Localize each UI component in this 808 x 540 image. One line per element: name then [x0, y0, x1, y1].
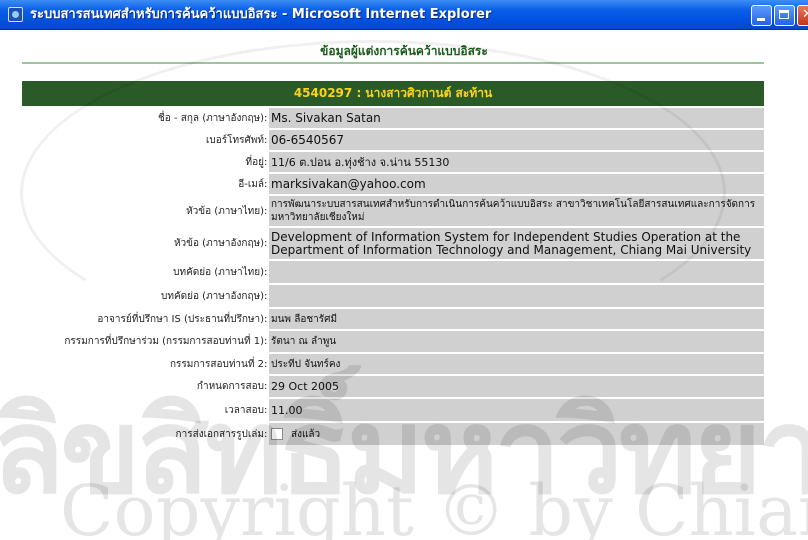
row-phone: เบอร์โทรศัพท์ : 06-6540567: [22, 130, 764, 150]
row-exam-date: กำหนดการสอบ : 29 Oct 2005: [22, 376, 764, 397]
field-label: บทคัดย่อ (ภาษาอังกฤษ): [161, 290, 264, 302]
field-label: กรรมการสอบท่านที่ 2: [169, 358, 264, 370]
page-content: ข้อมูลผู้แต่งการค้นคว้าแบบอิสระ 4540297 …: [0, 30, 808, 540]
field-value-examiner-2: ประทีป จันทร์คง: [269, 354, 764, 374]
field-value-document-submission: ส่งแล้ว: [269, 423, 764, 445]
field-label: กรรมการที่ปรึกษาร่วม (กรรมการสอบท่านที่ …: [64, 336, 264, 347]
row-document-submission: การส่งเอกสารรูปเล่ม : ส่งแล้ว: [22, 423, 764, 445]
row-abstract-thai: บทคัดย่อ (ภาษาไทย) :: [22, 261, 764, 283]
row-title-thai: หัวข้อ (ภาษาไทย) : การพัฒนาระบบสารสนเทศส…: [22, 196, 764, 226]
internet-explorer-icon: [8, 7, 23, 22]
field-value-phone: 06-6540567: [269, 130, 764, 150]
heading-divider: [22, 62, 764, 64]
field-label: หัวข้อ (ภาษาอังกฤษ): [173, 238, 264, 249]
field-value-title-english: Development of Information System for In…: [269, 228, 764, 259]
maximize-button[interactable]: [774, 5, 795, 26]
author-info-table: 4540297 : นางสาวศิวกานต์ สะท้าน ชื่อ - ส…: [22, 81, 764, 445]
field-label: ที่อยู่: [245, 156, 264, 168]
row-exam-time: เวลาสอบ : 11.00: [22, 399, 764, 421]
field-label: เวลาสอบ: [224, 404, 264, 416]
row-abstract-english: บทคัดย่อ (ภาษาอังกฤษ) :: [22, 285, 764, 307]
field-value-name-english: Ms. Sivakan Satan: [269, 108, 764, 128]
submitted-label: ส่งแล้ว: [291, 428, 321, 440]
field-value-advisor: มนพ ลือชารัศมี: [269, 309, 764, 329]
field-value-abstract-english: [269, 285, 764, 307]
field-value-title-thai: การพัฒนาระบบสารสนเทศสำหรับการดำเนินการค้…: [269, 196, 764, 226]
row-examiner-2: กรรมการสอบท่านที่ 2 : ประทีป จันทร์คง: [22, 354, 764, 374]
field-value-email: marksivakan@yahoo.com: [269, 174, 764, 194]
row-name-english: ชื่อ - สกุล (ภาษาอังกฤษ) : Ms. Sivakan S…: [22, 108, 764, 128]
row-email: อี-เมล์ : marksivakan@yahoo.com: [22, 174, 764, 194]
field-value-exam-time: 11.00: [269, 399, 764, 421]
submitted-checkbox[interactable]: [271, 428, 283, 440]
row-co-advisor: กรรมการที่ปรึกษาร่วม (กรรมการสอบท่านที่ …: [22, 331, 764, 352]
field-label: ชื่อ - สกุล (ภาษาอังกฤษ): [157, 112, 264, 124]
minimize-button[interactable]: [751, 5, 772, 26]
close-button[interactable]: [797, 5, 808, 26]
field-label: อี-เมล์: [238, 178, 264, 190]
window-title: ระบบสารสนเทศสำหรับการค้นคว้าแบบอิสระ - M…: [30, 7, 492, 22]
row-advisor: อาจารย์ที่ปรึกษา IS (ประธานที่ปรึกษา) : …: [22, 309, 764, 329]
student-header: 4540297 : นางสาวศิวกานต์ สะท้าน: [22, 81, 764, 106]
row-address: ที่อยู่ : 11/6 ต.ปอน อ.ทุ่งช้าง จ.น่าน 5…: [22, 152, 764, 172]
field-label: กำหนดการสอบ: [196, 381, 264, 392]
field-label: การส่งเอกสารรูปเล่ม: [175, 428, 264, 440]
field-label: เบอร์โทรศัพท์: [205, 134, 264, 146]
window-titlebar[interactable]: ระบบสารสนเทศสำหรับการค้นคว้าแบบอิสระ - M…: [0, 0, 808, 30]
field-label: อาจารย์ที่ปรึกษา IS (ประธานที่ปรึกษา): [97, 313, 264, 325]
field-label: บทคัดย่อ (ภาษาไทย): [173, 266, 264, 278]
field-value-exam-date: 29 Oct 2005: [269, 376, 764, 397]
page-heading: ข้อมูลผู้แต่งการค้นคว้าแบบอิสระ: [320, 44, 488, 58]
field-value-co-advisor: รัตนา ณ ลำพูน: [269, 331, 764, 352]
row-title-english: หัวข้อ (ภาษาอังกฤษ) : Development of Inf…: [22, 228, 764, 259]
field-label: หัวข้อ (ภาษาไทย): [186, 205, 264, 217]
field-value-abstract-thai: [269, 261, 764, 283]
field-value-address: 11/6 ต.ปอน อ.ทุ่งช้าง จ.น่าน 55130: [269, 152, 764, 172]
